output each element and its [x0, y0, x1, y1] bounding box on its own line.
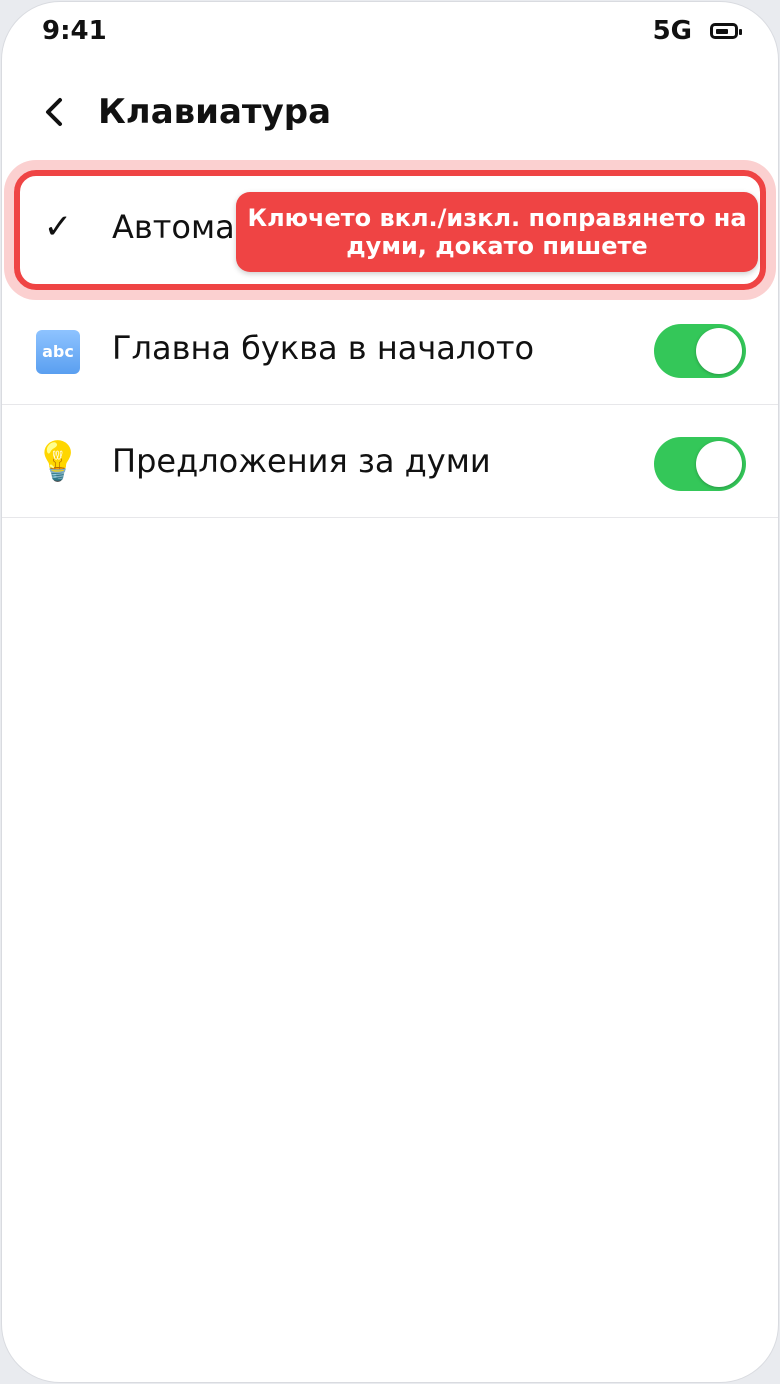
setting-row-autocorrect[interactable]: ✓ Автома Ключето вкл./изкл. поправянето … [2, 162, 778, 292]
tooltip-text: Ключето вкл./изкл. поправянето на думи, … [247, 204, 747, 260]
checkmark-icon: ✓ [43, 207, 73, 247]
status-bar: 9:41 5G [2, 2, 778, 66]
setting-row-capitalization[interactable]: abc Главна буква в началото [2, 292, 778, 405]
tooltip: Ключето вкл./изкл. поправянето на думи, … [236, 192, 758, 272]
toggle-knob [696, 441, 742, 487]
network-indicator: 5G [652, 16, 692, 46]
setting-label: Предложения за думи [112, 442, 491, 480]
capitalization-toggle[interactable] [654, 324, 746, 378]
settings-list: ✓ Автома Ключето вкл./изкл. поправянето … [2, 162, 778, 518]
abc-icon: abc [30, 322, 86, 374]
header: Клавиатура [2, 78, 778, 150]
chevron-left-icon[interactable] [36, 92, 76, 132]
lightbulb-icon: 💡 [34, 438, 82, 483]
suggestions-toggle[interactable] [654, 437, 746, 491]
setting-label: Автома [112, 208, 235, 246]
setting-label: Главна буква в началото [112, 329, 535, 367]
page-title: Клавиатура [98, 92, 332, 132]
toggle-knob [696, 328, 742, 374]
setting-row-suggestions[interactable]: 💡 Предложения за думи [2, 405, 778, 518]
status-time: 9:41 [42, 16, 107, 46]
phone-screen: 9:41 5G Клавиатура ✓ Автома Ключето вкл.… [2, 2, 778, 1382]
battery-icon [710, 23, 742, 39]
